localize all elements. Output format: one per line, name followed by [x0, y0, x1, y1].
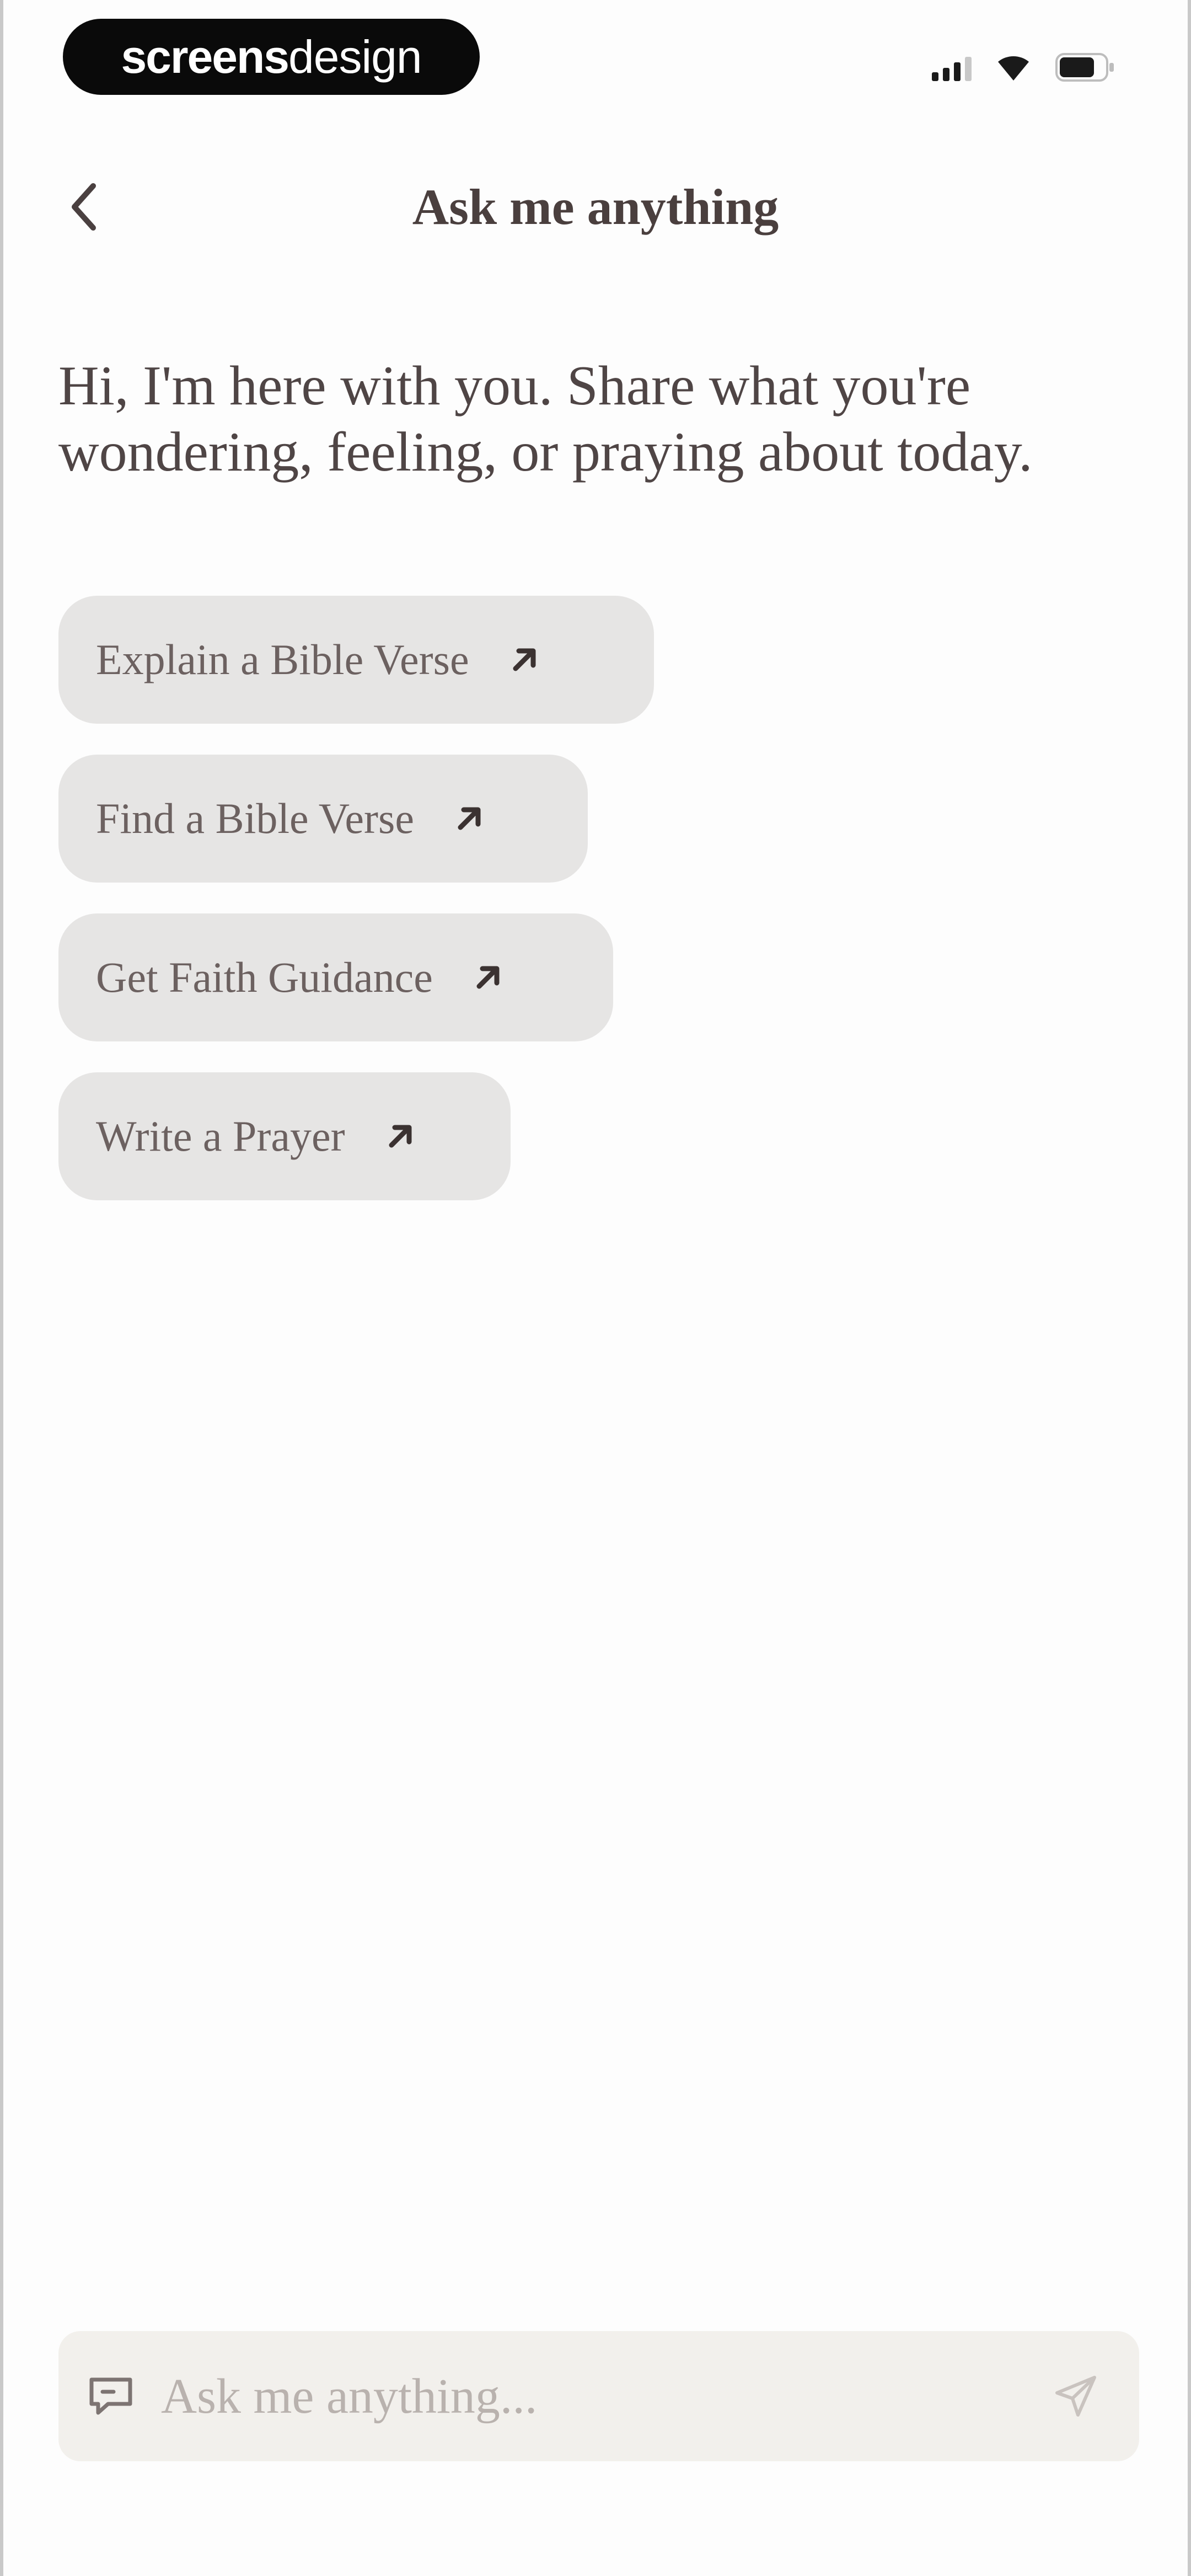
chat-bubble-icon	[81, 2374, 141, 2418]
suggestion-chip-label: Get Faith Guidance	[96, 953, 433, 1001]
page-title: Ask me anything	[412, 179, 779, 235]
arrow-up-right-icon	[508, 643, 541, 676]
brand-logo: screens design	[63, 19, 480, 95]
brand-logo-strong: screens	[121, 30, 289, 83]
arrow-up-right-icon	[384, 1120, 417, 1153]
battery-icon	[1055, 52, 1116, 83]
suggestion-chip-label: Write a Prayer	[96, 1112, 345, 1160]
send-icon	[1055, 2376, 1096, 2417]
suggestion-chip-find-verse[interactable]: Find a Bible Verse	[58, 755, 588, 883]
brand-logo-light: design	[288, 30, 422, 83]
suggestion-chip-faith-guidance[interactable]: Get Faith Guidance	[58, 913, 613, 1041]
suggestion-chip-explain-verse[interactable]: Explain a Bible Verse	[58, 596, 654, 724]
suggestion-chip-write-prayer[interactable]: Write a Prayer	[58, 1072, 511, 1200]
chat-input-bar	[58, 2331, 1139, 2461]
wifi-icon	[996, 53, 1031, 82]
chat-input[interactable]	[161, 2367, 1045, 2425]
send-button[interactable]	[1045, 2373, 1106, 2419]
status-bar: screens design	[3, 0, 1188, 121]
greeting-message: Hi, I'm here with you. Share what you're…	[58, 355, 1033, 483]
nav-header: Ask me anything	[3, 160, 1188, 259]
suggestion-chip-label: Explain a Bible Verse	[96, 635, 469, 683]
signal-icon	[932, 54, 972, 81]
arrow-up-right-icon	[453, 802, 486, 835]
suggestion-chip-label: Find a Bible Verse	[96, 794, 415, 842]
app-screen: screens design Ask me anything Hi, I'm h…	[0, 0, 1191, 2576]
arrow-up-right-icon	[471, 961, 505, 994]
status-icons	[932, 51, 1116, 84]
